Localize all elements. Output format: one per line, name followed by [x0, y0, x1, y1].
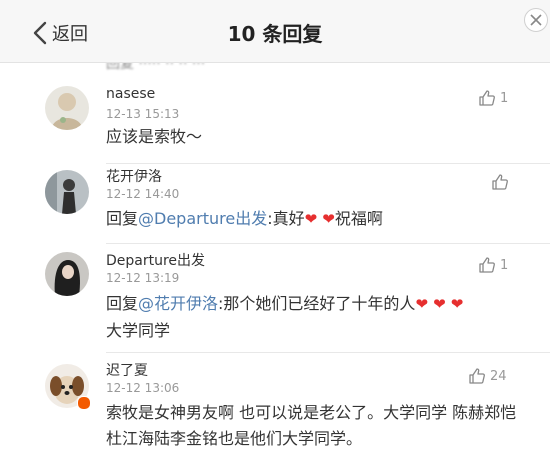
comment-item: Departure出发 12-12 13:19 1 回复@花开伊洛:那个她们已经… [0, 246, 550, 354]
comment-text: 应该是索牧～ [106, 127, 203, 146]
previous-comment-peek: 回复 ····· ·· ·· ··· [0, 62, 550, 72]
avatar-image [45, 86, 89, 130]
heart-icon: ❤ [415, 295, 429, 313]
comment-text: 索牧是女神男友啊 也可以说是老公了。大学同学 陈赫郑恺杜江海陆李金铭也是他们大学… [106, 403, 517, 448]
comment-text-part: :真好 [267, 209, 305, 228]
comment-item: nasese 12-13 15:13 1 应该是索牧～ [0, 72, 550, 168]
like-count: 1 [500, 257, 509, 273]
vip-badge-icon [77, 396, 91, 410]
thumbs-up-icon [479, 90, 495, 106]
mention-link[interactable]: @Departure出发 [138, 209, 267, 228]
like-button[interactable]: 1 [478, 88, 508, 108]
mention-link[interactable]: @花开伊洛 [138, 294, 218, 313]
comment-text: 回复@Departure出发:真好❤ ❤祝福啊 [106, 206, 526, 232]
page-title: 10 条回复 [227, 22, 323, 46]
avatar[interactable] [45, 86, 89, 130]
like-count: 1 [500, 90, 509, 106]
heart-icon: ❤ [450, 295, 464, 313]
timestamp: 12-12 13:19 [106, 271, 180, 285]
comment-text-part: :那个她们已经好了十年的人 [218, 294, 416, 313]
comment-item: 迟了夏 12-12 13:06 24 索牧是女神男友啊 也可以说是老公了。大学同… [0, 354, 550, 465]
heart-icon: ❤ [433, 295, 446, 313]
divider [106, 243, 550, 244]
like-button[interactable]: 1 [478, 255, 508, 275]
heart-icon: ❤ [304, 210, 318, 228]
avatar[interactable] [45, 252, 89, 296]
avatar-image [45, 170, 89, 214]
peek-text: 回复 ····· ·· ·· ··· [106, 62, 206, 72]
username[interactable]: Departure出发 [106, 250, 205, 270]
timestamp: 12-12 14:40 [106, 187, 180, 201]
comment-text-part: 祝福啊 [334, 209, 383, 228]
reply-prefix: 回复 [106, 209, 139, 228]
username[interactable]: 迟了夏 [106, 360, 148, 380]
thumbs-up-icon [492, 174, 508, 190]
close-button[interactable] [524, 8, 548, 32]
like-button[interactable] [491, 172, 509, 192]
timestamp: 12-13 15:13 [106, 107, 180, 121]
reply-prefix: 回复 [106, 294, 139, 313]
heart-icon: ❤ [322, 210, 335, 228]
comment-text: 回复@花开伊洛:那个她们已经好了十年的人❤ ❤ ❤ [106, 291, 526, 317]
comment-text-line2: 大学同学 [106, 321, 171, 340]
username[interactable]: nasese [106, 86, 155, 102]
timestamp: 12-12 13:06 [106, 381, 180, 395]
close-icon [530, 14, 542, 26]
like-count: 24 [490, 368, 507, 384]
nav-bar: 返回 10 条回复 [0, 0, 550, 63]
username[interactable]: 花开伊洛 [106, 166, 162, 186]
thumbs-up-icon [469, 368, 485, 384]
thumbs-up-icon [479, 257, 495, 273]
avatar-image [45, 252, 89, 296]
divider [106, 352, 550, 353]
comment-item: 花开伊洛 12-12 14:40 回复@Departure出发:真好❤ ❤祝福啊 [0, 164, 550, 244]
like-button[interactable]: 24 [468, 366, 507, 386]
avatar[interactable] [45, 170, 89, 214]
